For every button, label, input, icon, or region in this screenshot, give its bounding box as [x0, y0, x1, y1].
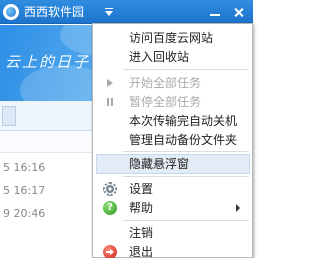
minimize-icon[interactable] — [204, 2, 226, 22]
menu-item-visit-baidu-cloud[interactable]: 访问百度云网站 — [93, 28, 252, 48]
menu-item-logout[interactable]: 注销 — [93, 223, 252, 243]
banner-slogan: 云上的日子 — [5, 53, 91, 71]
menu-item-label: 退出 — [129, 245, 154, 258]
gear-icon — [103, 182, 117, 196]
menu-item-help[interactable]: ? 帮助 — [93, 198, 252, 218]
play-icon — [103, 76, 117, 90]
menu-item-exit[interactable]: 退出 — [93, 242, 252, 258]
menu-item-label: 隐藏悬浮窗 — [129, 157, 190, 171]
menu-item-label: 暂停全部任务 — [129, 95, 202, 109]
menu-item-start-all-tasks[interactable]: 开始全部任务 — [93, 73, 252, 93]
menu-item-settings[interactable]: 设置 — [93, 179, 252, 199]
list-item-time: 5 16:16 — [3, 161, 46, 174]
toolbar-button[interactable] — [2, 106, 16, 126]
context-menu: 访问百度云网站 进入回收站 开始全部任务 暂停全部任务 本次传输完自动关机 管理… — [92, 23, 253, 258]
list-item-time: 5 16:17 — [3, 184, 46, 197]
menu-separator — [123, 176, 249, 177]
submenu-arrow-icon — [236, 204, 240, 212]
dropdown-menu-icon[interactable] — [98, 2, 120, 22]
exit-icon — [103, 245, 117, 258]
menu-item-label: 开始全部任务 — [129, 76, 202, 90]
menu-item-label: 进入回收站 — [129, 50, 190, 64]
menu-separator — [123, 220, 249, 221]
menu-item-label: 设置 — [129, 182, 154, 196]
menu-item-label: 本次传输完自动关机 — [129, 114, 238, 128]
app-logo-icon — [3, 4, 19, 20]
list-item-time: 9 20:46 — [3, 207, 46, 220]
title-bar: 西西软件园 — [0, 0, 253, 24]
help-icon: ? — [103, 201, 117, 215]
menu-item-auto-shutdown[interactable]: 本次传输完自动关机 — [93, 111, 252, 131]
window-title: 西西软件园 — [24, 5, 85, 19]
menu-separator — [123, 151, 249, 152]
pause-icon — [103, 95, 117, 109]
menu-item-label: 访问百度云网站 — [129, 31, 214, 45]
menu-item-label: 管理自动备份文件夹 — [129, 133, 238, 147]
menu-item-label: 注销 — [129, 226, 154, 240]
menu-item-pause-all-tasks[interactable]: 暂停全部任务 — [93, 92, 252, 112]
close-icon[interactable] — [228, 2, 250, 22]
menu-item-hide-floating-window[interactable]: 隐藏悬浮窗 — [96, 154, 250, 174]
menu-item-manage-backup-folders[interactable]: 管理自动备份文件夹 — [93, 130, 252, 150]
menu-item-recycle-bin[interactable]: 进入回收站 — [93, 47, 252, 67]
menu-separator — [123, 69, 249, 70]
menu-item-label: 帮助 — [129, 201, 154, 215]
